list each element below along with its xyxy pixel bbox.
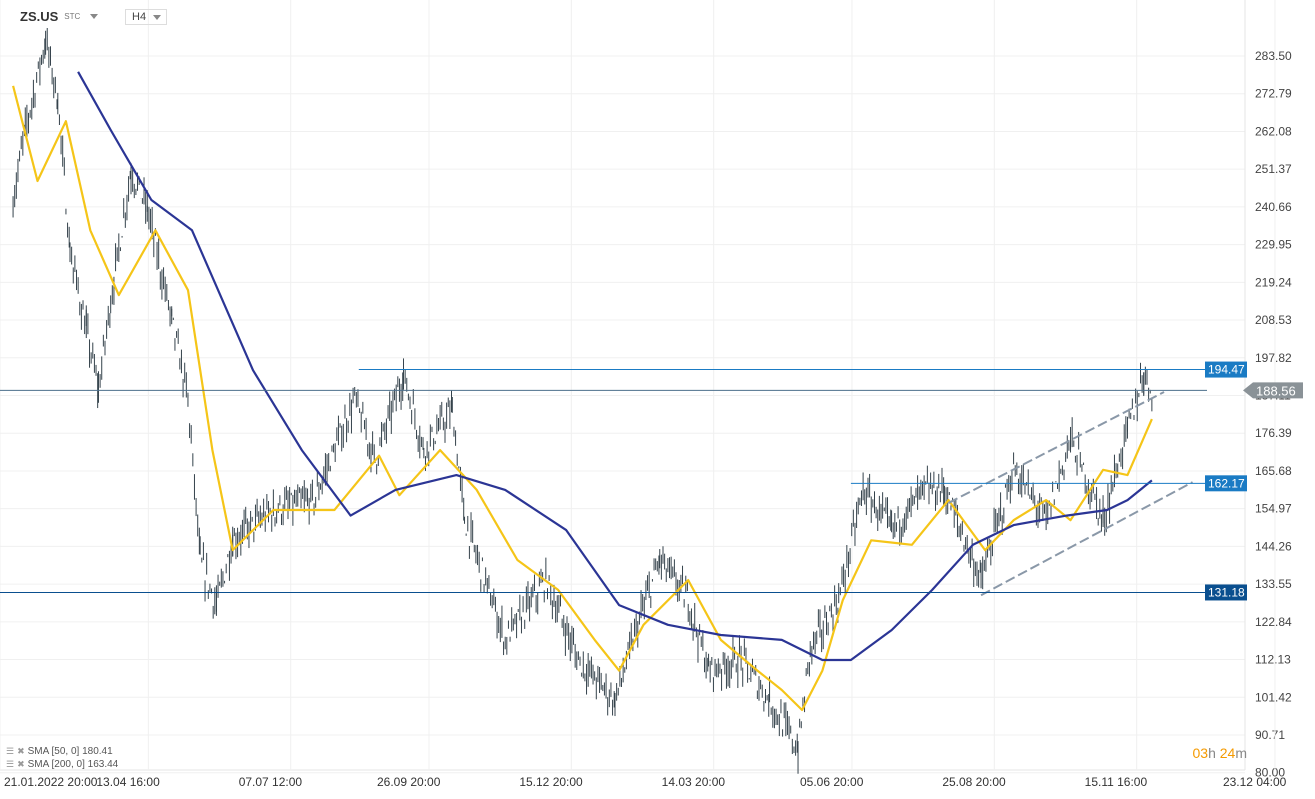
y-tick-label: 229.95 [1255, 238, 1292, 252]
timer-minutes: 24 [1219, 745, 1236, 761]
x-tick-label: 07.07 12:00 [239, 775, 303, 789]
y-tick-label: 240.66 [1255, 200, 1292, 214]
current-price-label: 188.56 [1256, 383, 1296, 398]
y-tick-label: 133.55 [1255, 577, 1292, 591]
channel-line [948, 391, 1165, 504]
y-tick-label: 101.42 [1255, 690, 1292, 704]
x-tick-label: 15.12 20:00 [519, 775, 583, 789]
close-icon[interactable]: ✖ [17, 758, 25, 771]
symbol-selector[interactable]: ZS.US STC [20, 9, 99, 24]
y-tick-label: 262.08 [1255, 124, 1292, 138]
price-chart[interactable]: 283.50 272.79 262.08 251.37 240.66 229.95 219.… [0, 0, 1315, 799]
legend-sma50: ☰ ✖ SMA [50, 0] 180.41 [6, 745, 118, 758]
settings-icon[interactable]: ☰ [6, 758, 14, 771]
y-tick-label: 154.97 [1255, 502, 1292, 516]
y-tick-label: 165.68 [1255, 464, 1292, 478]
sma200-line [77, 71, 1153, 662]
legend-label: SMA [200, 0] 163.44 [27, 759, 119, 770]
x-tick-label: 25.08 20:00 [942, 775, 1006, 789]
sma50-line [12, 85, 1153, 712]
y-tick-label: 219.24 [1255, 275, 1292, 289]
chevron-down-icon [153, 14, 161, 20]
x-tick-label: 21.01.2022 20:00 [4, 775, 98, 789]
x-tick-label: 23.12 04:00 [1223, 775, 1287, 789]
channel-line [980, 481, 1194, 597]
exchange-label: STC [64, 12, 81, 21]
timer-hours: 03 [1192, 745, 1209, 761]
x-tick-label: 26.09 20:00 [377, 775, 441, 789]
y-tick-label: 251.37 [1255, 162, 1292, 176]
timeframe-value: H4 [132, 11, 147, 23]
x-tick-label: 15.11 16:00 [1085, 775, 1148, 789]
y-tick-label: 283.50 [1255, 49, 1292, 63]
y-tick-label: 144.26 [1255, 539, 1292, 553]
level-label: 194.47 [1208, 363, 1245, 377]
timer-m: m [1235, 745, 1247, 761]
y-tick-label: 122.84 [1255, 615, 1292, 629]
y-tick-label: 272.79 [1255, 87, 1292, 101]
level-label: 131.18 [1208, 585, 1245, 599]
close-icon[interactable]: ✖ [17, 745, 25, 758]
x-tick-label: 14.03 20:00 [662, 775, 726, 789]
legend-label: SMA [50, 0] 180.41 [27, 746, 113, 757]
y-tick-label: 90.71 [1255, 728, 1285, 742]
x-tick-label: 05.06 20:00 [800, 775, 864, 789]
y-tick-label: 112.13 [1255, 653, 1291, 667]
settings-icon[interactable]: ☰ [6, 745, 14, 758]
y-tick-label: 176.39 [1255, 426, 1292, 440]
y-tick-label: 208.53 [1255, 313, 1292, 327]
timer-h: h [1208, 745, 1216, 761]
legend-sma200: ☰ ✖ SMA [200, 0] 163.44 [6, 758, 118, 771]
indicator-legend: ☰ ✖ SMA [50, 0] 180.41 ☰ ✖ SMA [200, 0] … [6, 745, 118, 771]
timeframe-select[interactable]: H4 [125, 9, 167, 25]
x-tick-label: 13.04 16:00 [96, 775, 160, 789]
y-tick-label: 197.82 [1255, 351, 1292, 365]
symbol-name: ZS.US [20, 9, 59, 24]
level-label: 162.17 [1208, 476, 1245, 490]
chevron-down-icon [90, 14, 99, 19]
candle-countdown: 03h 24m [1192, 745, 1247, 761]
